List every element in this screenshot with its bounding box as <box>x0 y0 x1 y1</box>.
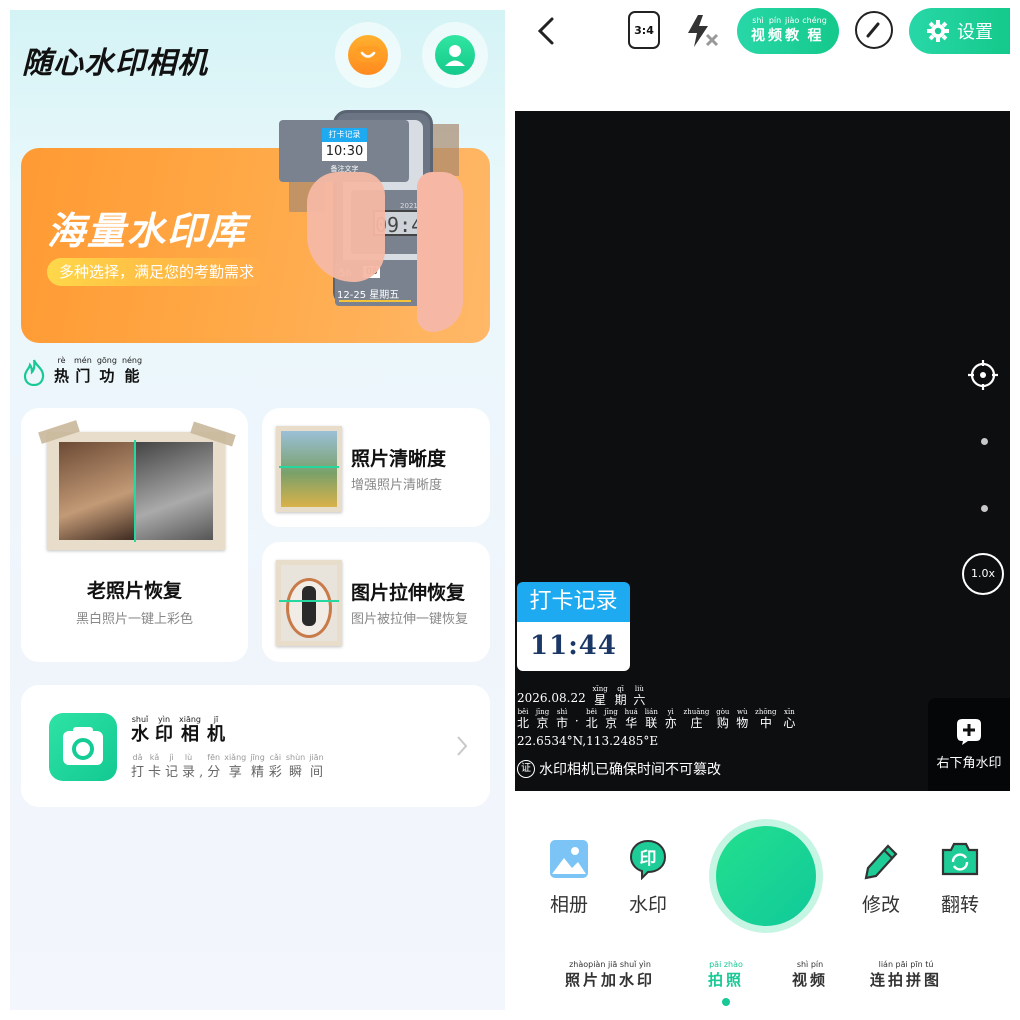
watermark-stamp-icon: 印 <box>629 839 667 881</box>
aspect-ratio-button[interactable]: 3:4 <box>628 11 660 49</box>
app-title: 随心水印相机 <box>22 46 208 81</box>
zoom-dot[interactable] <box>981 505 988 512</box>
banner-subtitle: 多种选择，满足您的考勤需求 <box>47 258 267 286</box>
add-icon <box>957 719 981 745</box>
banner-title: 海量水印库 <box>47 209 248 253</box>
shutter-button[interactable] <box>709 819 823 933</box>
focus-target-icon[interactable] <box>968 360 998 390</box>
mode-tab-burst-collage[interactable]: lián pāi pīn tú 连拍拼图 <box>870 960 942 990</box>
edit-label: 修改 <box>861 894 900 916</box>
camera-flip-icon <box>941 842 979 876</box>
camera-viewfinder[interactable]: 打卡记录 11:44 2026.08.22 xīng 星 qī 期 liù 六 běi… <box>515 111 1010 791</box>
mock-tag: 打卡记录 <box>322 128 367 142</box>
album-button[interactable]: 相册 <box>539 838 599 917</box>
watermark-time: 11:44 <box>517 622 630 671</box>
card-title: 照片清晰度 <box>351 448 447 470</box>
mode-tab-photo-watermark[interactable]: zhàopiàn jiā shuǐ yìn 照片加水印 <box>565 960 655 990</box>
watermark-label: 水印 <box>628 894 667 916</box>
clarity-illustration <box>276 426 342 512</box>
photo-clarity-card[interactable]: 照片清晰度 增强照片清晰度 <box>262 408 490 527</box>
mock-date: 12-25 星期五 <box>337 290 400 301</box>
gear-icon <box>927 20 949 42</box>
video-tutorial-label: shì 视 pín 频 jiào 教 chéng 程 <box>751 16 827 44</box>
watermark-library-banner[interactable]: 海量水印库 多种选择，满足您的考勤需求 打卡记录 10:30 备注文字 2021… <box>21 110 490 343</box>
messages-button[interactable] <box>335 22 401 88</box>
settings-label: 设置 <box>957 22 993 43</box>
phone-mockup-illustration: 打卡记录 10:30 备注文字 2021 10 09:46 56 08 12-2… <box>279 110 479 344</box>
flash-off-button[interactable] <box>683 12 723 50</box>
flip-camera-button[interactable]: 翻转 <box>930 838 990 917</box>
card-desc: 图片被拉伸一键恢复 <box>351 612 469 627</box>
settings-button[interactable]: 设置 <box>909 8 1010 54</box>
profile-button[interactable] <box>422 22 488 88</box>
verify-badge-icon: 证 <box>517 760 535 778</box>
flash-off-icon <box>688 15 719 47</box>
zoom-dot[interactable] <box>981 438 988 445</box>
edit-pencil-button[interactable] <box>855 11 893 49</box>
card-desc: 增强照片清晰度 <box>351 478 443 493</box>
aspect-ratio-label: 3:4 <box>634 23 654 37</box>
watermark-card[interactable]: 打卡记录 11:44 <box>517 582 630 671</box>
watermark-tag: 打卡记录 <box>517 582 630 622</box>
card-title: 图片拉伸恢复 <box>351 582 466 604</box>
zoom-level-button[interactable]: 1.0x <box>962 553 1004 595</box>
chevron-left-icon <box>537 17 554 45</box>
smile-chat-icon <box>348 35 388 75</box>
album-label: 相册 <box>549 894 588 916</box>
back-button[interactable] <box>531 14 561 48</box>
card-desc: 黑白照片一键上彩色 <box>75 612 193 627</box>
watermark-coords: 22.6534°N,113.2485°E <box>517 734 659 748</box>
home-screen: 随心水印相机 海量水印库 多种选择，满足您的考勤需求 打卡记录 10:30 备注… <box>10 10 505 1010</box>
camera-card-desc: dǎ 打 kǎ 卡 jì 记 lù 录 , fēn 分 xiǎng 享 jīng 精 cǎi 彩… <box>131 753 324 780</box>
old-photo-restore-card[interactable]: 老照片恢复 黑白照片一键上彩色 <box>21 408 248 662</box>
edit-button[interactable]: 修改 <box>851 838 911 917</box>
flame-icon <box>23 359 45 386</box>
flip-label: 翻转 <box>940 894 979 916</box>
shutter-inner <box>716 826 816 926</box>
mode-tab-photo[interactable]: pāi zhào 拍照 <box>708 960 744 1006</box>
pencil-edit-icon <box>864 844 898 880</box>
mock-time: 10:30 <box>322 142 367 161</box>
corner-watermark-label: 右下角水印 <box>936 756 1002 771</box>
chevron-right-icon <box>457 736 468 756</box>
stretch-illustration <box>276 560 342 646</box>
video-tutorial-button[interactable]: shì 视 pín 频 jiào 教 chéng 程 <box>737 8 839 54</box>
corner-watermark-button[interactable]: 右下角水印 <box>928 698 1010 791</box>
user-icon <box>435 35 475 75</box>
active-mode-dot <box>722 998 730 1006</box>
watermark-verify: 证 水印相机已确保时间不可篡改 <box>517 759 721 779</box>
verify-text: 水印相机已确保时间不可篡改 <box>539 762 721 778</box>
card-title: 老照片恢复 <box>86 580 182 602</box>
camera-card-title: shuǐ 水 yìn 印 xiāng 相 jī 机 <box>131 715 226 745</box>
svg-text:印: 印 <box>640 849 657 869</box>
gallery-icon <box>550 840 588 878</box>
mode-tab-video[interactable]: shì pín 视频 <box>792 960 828 990</box>
camera-icon <box>49 713 117 781</box>
image-stretch-restore-card[interactable]: 图片拉伸恢复 图片被拉伸一键恢复 <box>262 542 490 662</box>
pencil-icon <box>866 22 880 38</box>
old-photo-illustration <box>38 420 236 550</box>
watermark-camera-card[interactable]: shuǐ 水 yìn 印 xiāng 相 jī 机 dǎ 打 kǎ 卡 jì 记 lù 录 , … <box>21 685 490 807</box>
hot-functions-title: rè 热 mén 门 gōng 功 néng 能 <box>54 356 143 385</box>
camera-screen: 3:4 shì 视 pín 频 jiào 教 chéng 程 设置 打卡记录 11:44… <box>515 0 1020 1020</box>
watermark-address: běi 北 jīng 京 shì 市 · běi 北 jīng 京 huá 华 lián 联 … <box>517 708 796 730</box>
watermark-button[interactable]: 印 水印 <box>618 838 678 917</box>
